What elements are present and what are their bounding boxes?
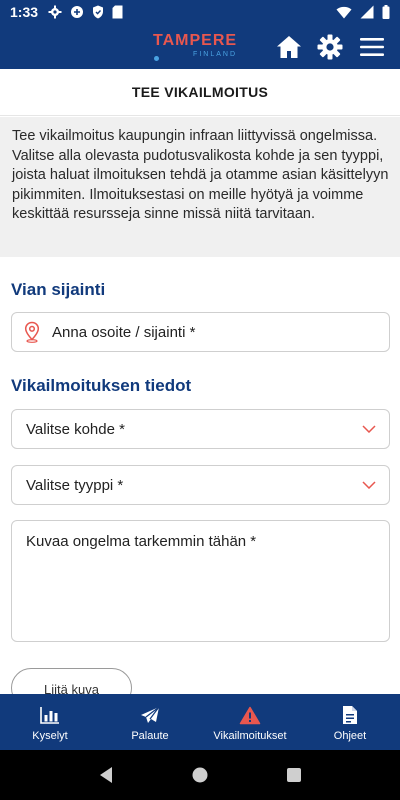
description-textarea[interactable]: Kuvaa ongelma tarkemmin tähän * [11, 520, 390, 642]
cellular-icon [360, 5, 374, 19]
hamburger-menu-icon [360, 38, 384, 56]
document-icon [342, 704, 358, 726]
battery-icon [382, 5, 390, 19]
paper-plane-icon [140, 704, 160, 726]
details-heading: Vikailmoituksen tiedot [11, 376, 192, 395]
home-icon [277, 36, 301, 58]
tampere-logo[interactable]: TAMPERE FINLAND [153, 33, 243, 61]
system-navigation-bar [0, 750, 400, 800]
menu-button[interactable] [358, 33, 386, 61]
intro-text: Tee vikailmoitus kaupungin infraan liitt… [0, 117, 400, 257]
tab-ohjeet[interactable]: Ohjeet [300, 694, 400, 750]
home-circle-icon[interactable] [191, 766, 209, 784]
tab-label: Ohjeet [333, 730, 367, 742]
logo-text: TAMPERE [153, 32, 238, 49]
tab-label: Palaute [131, 730, 169, 742]
type-select-value: Valitse tyyppi * [26, 476, 124, 494]
tab-kyselyt[interactable]: Kyselyt [0, 694, 100, 750]
bar-chart-icon [40, 704, 60, 726]
target-select-value: Valitse kohde * [26, 420, 125, 438]
settings-button[interactable] [316, 33, 344, 61]
page-title: TEE VIKAILMOITUS [0, 69, 400, 116]
type-select[interactable]: Valitse tyyppi * [11, 465, 390, 505]
settings-status-icon [48, 5, 62, 19]
bottom-tab-bar: Kyselyt Palaute Vikailmoitukset Ohjeet [0, 694, 400, 750]
warning-icon [239, 704, 261, 726]
description-placeholder: Kuvaa ongelma tarkemmin tähän * [26, 533, 257, 550]
recents-icon[interactable] [286, 767, 302, 783]
tab-label: Kyselyt [32, 730, 68, 742]
home-button[interactable] [275, 33, 303, 61]
location-heading: Vian sijainti [11, 280, 106, 299]
location-placeholder: Anna osoite / sijainti * [52, 323, 196, 341]
location-input[interactable]: Anna osoite / sijainti * [11, 312, 390, 352]
chevron-down-icon [357, 425, 381, 433]
gear-icon [317, 34, 343, 60]
chevron-down-icon [357, 481, 381, 489]
tab-palaute[interactable]: Palaute [100, 694, 200, 750]
status-bar: 1:33 [0, 0, 400, 24]
shield-status-icon [93, 5, 104, 19]
location-pin-icon [12, 321, 52, 343]
app-header: TAMPERE FINLAND [0, 24, 400, 69]
logo-dot [154, 56, 159, 61]
sd-card-status-icon [112, 5, 123, 19]
wifi-icon [336, 6, 352, 18]
target-select[interactable]: Valitse kohde * [11, 409, 390, 449]
back-icon[interactable] [98, 766, 114, 784]
notification-status-icon [71, 6, 84, 18]
tab-label: Vikailmoitukset [213, 730, 287, 742]
tab-vikailmoitukset[interactable]: Vikailmoitukset [200, 694, 300, 750]
status-time: 1:33 [10, 4, 39, 20]
logo-subtext: FINLAND [193, 51, 237, 58]
